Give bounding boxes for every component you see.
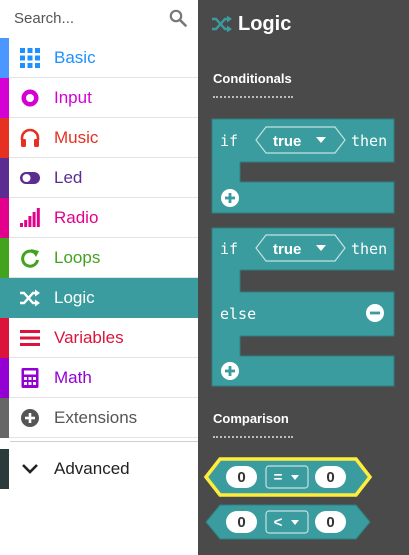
else-keyword: else	[220, 305, 256, 323]
category-color-stripe	[0, 358, 9, 398]
category-variables[interactable]: Variables	[0, 318, 198, 358]
category-logic[interactable]: Logic	[0, 278, 198, 318]
category-label: Logic	[54, 288, 95, 307]
if-keyword: if	[220, 132, 238, 150]
category-advanced[interactable]: Advanced	[0, 449, 198, 489]
svg-text:<: <	[274, 514, 283, 531]
category-label: Math	[54, 368, 92, 387]
right-number-field[interactable]: 0	[315, 466, 346, 488]
svg-text:0: 0	[237, 514, 245, 531]
category-color-stripe	[0, 318, 9, 358]
if-then-block[interactable]: if true then	[211, 118, 395, 214]
plus-circle-icon	[21, 409, 39, 427]
category-color-stripe	[0, 158, 9, 198]
category-label: Input	[54, 88, 92, 107]
category-led[interactable]: Led	[0, 158, 198, 198]
category-label: Led	[54, 168, 83, 187]
category-extensions[interactable]: Extensions	[0, 398, 198, 438]
svg-text:0: 0	[326, 514, 334, 531]
svg-text:=: =	[274, 469, 283, 486]
category-input[interactable]: Input	[0, 78, 198, 118]
category-label: Extensions	[54, 408, 138, 427]
category-music[interactable]: Music	[0, 118, 198, 158]
category-basic[interactable]: Basic	[0, 38, 198, 78]
toolbox-sidebar: Basic Input Music Led	[0, 0, 198, 555]
refresh-icon	[21, 249, 39, 268]
target-icon	[21, 89, 39, 107]
if-then-else-block[interactable]: if true then else	[211, 227, 395, 387]
category-label: Radio	[54, 208, 99, 227]
left-number-field[interactable]: 0	[226, 466, 257, 488]
compare-less-than-block[interactable]: 0 < 0	[205, 504, 371, 540]
calculator-icon	[21, 368, 39, 388]
category-color-stripe	[0, 118, 9, 158]
logic-flyout: Logic Conditionals Comparison if true th…	[198, 0, 409, 555]
category-label: Advanced	[54, 459, 130, 478]
condition-dropdown[interactable]: true	[255, 126, 346, 154]
category-color-stripe	[0, 78, 9, 118]
blocks-canvas: if true then if true then else 0 = 0 0 <…	[203, 118, 395, 540]
true-value: true	[273, 241, 301, 258]
left-number-field[interactable]: 0	[226, 511, 257, 533]
toggle-icon	[20, 172, 40, 184]
category-loops[interactable]: Loops	[0, 238, 198, 278]
list-icon	[20, 330, 40, 346]
search-icon[interactable]	[169, 9, 187, 27]
right-number-field[interactable]: 0	[315, 511, 346, 533]
signal-bars-icon	[20, 208, 40, 227]
if-keyword: if	[220, 240, 238, 258]
grid-icon	[20, 48, 40, 68]
category-color-stripe	[0, 398, 9, 438]
search-bar	[0, 0, 198, 37]
category-label: Variables	[54, 328, 124, 347]
headphones-icon	[20, 128, 40, 147]
add-branch-button[interactable]	[221, 189, 239, 207]
category-label: Basic	[54, 48, 96, 67]
search-input[interactable]	[14, 8, 164, 28]
category-label: Music	[54, 128, 99, 147]
operator-dropdown[interactable]: <	[265, 510, 309, 534]
category-math[interactable]: Math	[0, 358, 198, 398]
category-color-stripe	[0, 449, 9, 489]
then-keyword: then	[351, 132, 387, 150]
svg-text:0: 0	[237, 469, 245, 486]
add-branch-button[interactable]	[221, 362, 239, 380]
svg-text:0: 0	[326, 469, 334, 486]
then-keyword: then	[351, 240, 387, 258]
category-color-stripe	[0, 198, 9, 238]
condition-dropdown[interactable]: true	[255, 234, 346, 262]
compare-equal-block[interactable]: 0 = 0	[203, 457, 373, 497]
category-label: Loops	[54, 248, 101, 267]
category-color-stripe	[0, 238, 9, 278]
shuffle-icon	[20, 289, 40, 307]
true-value: true	[273, 133, 301, 150]
chevron-down-icon	[22, 464, 38, 474]
remove-branch-button[interactable]	[366, 304, 384, 322]
divider	[10, 441, 198, 442]
category-color-stripe	[0, 38, 9, 78]
operator-dropdown[interactable]: =	[265, 465, 309, 489]
category-radio[interactable]: Radio	[0, 198, 198, 238]
